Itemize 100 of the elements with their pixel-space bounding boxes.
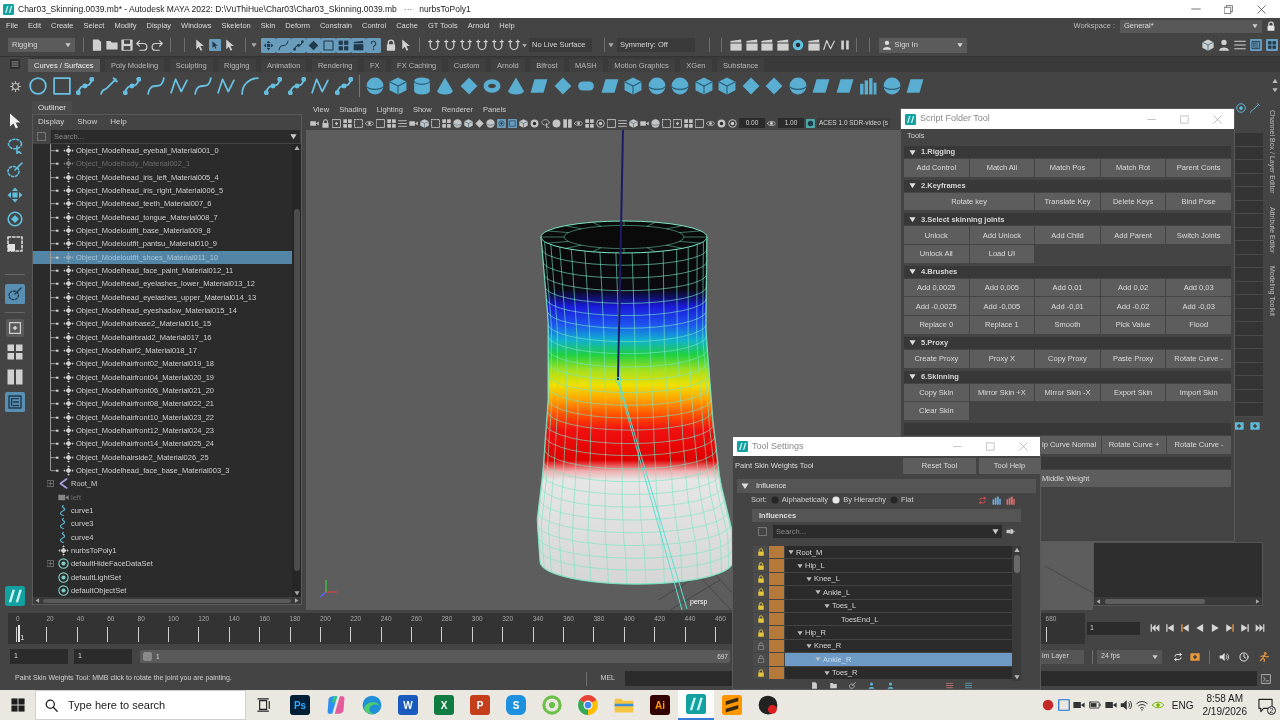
diamond-icon[interactable]: [475, 118, 484, 128]
cube-icon[interactable]: [718, 76, 736, 95]
target-icon[interactable]: [717, 118, 726, 128]
dashed-square-icon[interactable]: [431, 118, 440, 128]
lasso-icon[interactable]: [7, 137, 23, 154]
scrollbar[interactable]: [292, 144, 301, 597]
undo-icon[interactable]: [136, 39, 148, 51]
target-icon[interactable]: [530, 118, 539, 128]
menu-item[interactable]: Display: [38, 115, 65, 128]
taskbar-app-button[interactable]: Ps: [282, 690, 318, 720]
keyframe-icon[interactable]: [1190, 651, 1200, 662]
clock[interactable]: 8:58 AM 2/19/2026: [1202, 692, 1247, 718]
point-curve-icon[interactable]: [291, 37, 306, 53]
expand-icon[interactable]: [47, 560, 54, 568]
wifi-icon[interactable]: [1136, 699, 1149, 711]
two-pane-icon[interactable]: [7, 368, 23, 385]
dot-icon[interactable]: [806, 118, 815, 128]
pointer-icon[interactable]: [194, 39, 206, 51]
frame-forward-icon[interactable]: [1225, 623, 1235, 633]
curve-icon[interactable]: [193, 76, 212, 95]
file-icon[interactable]: [811, 681, 818, 689]
grid-icon[interactable]: [684, 118, 693, 128]
plane-icon[interactable]: [600, 76, 619, 95]
caret-down-icon[interactable]: [1272, 87, 1278, 93]
file-icon[interactable]: [91, 39, 103, 51]
command-field[interactable]: [625, 671, 732, 686]
lines-icon[interactable]: [618, 118, 627, 128]
search-box[interactable]: Type here to search: [35, 690, 246, 720]
step-forward-icon[interactable]: [1240, 623, 1250, 633]
grid-icon[interactable]: [7, 343, 23, 360]
list-panel-icon[interactable]: [1250, 39, 1262, 51]
ring-icon[interactable]: [596, 118, 605, 128]
cube-icon[interactable]: [624, 76, 642, 95]
lines-icon[interactable]: [946, 681, 953, 689]
running-figure-icon[interactable]: [1259, 651, 1269, 662]
camera-icon[interactable]: [409, 118, 418, 128]
square-icon[interactable]: [607, 118, 616, 128]
skip-back-icon[interactable]: [1150, 623, 1160, 633]
person-icon[interactable]: [868, 681, 875, 689]
person-icon[interactable]: [887, 681, 894, 689]
grid-icon[interactable]: [387, 118, 396, 128]
keyframe-icon[interactable]: [1234, 421, 1244, 431]
grid-icon[interactable]: [343, 118, 352, 128]
scale-icon[interactable]: [7, 235, 23, 252]
move-icon[interactable]: [261, 37, 276, 53]
eye-icon[interactable]: [767, 118, 776, 128]
step-back-icon[interactable]: [1165, 623, 1175, 633]
plane-icon[interactable]: [835, 76, 854, 95]
single-pane-icon[interactable]: [332, 118, 341, 128]
torus-icon[interactable]: [483, 76, 501, 95]
sphere-icon[interactable]: [882, 76, 901, 95]
arc-icon[interactable]: [240, 76, 259, 95]
point-curve-icon[interactable]: [123, 76, 141, 95]
taskbar-app-button[interactable]: P: [462, 690, 498, 720]
play-icon[interactable]: [1210, 623, 1220, 633]
clapperboard-icon[interactable]: [807, 39, 820, 51]
brush-icon[interactable]: [7, 162, 23, 179]
diamond-icon[interactable]: [765, 76, 783, 95]
scrollbar[interactable]: [1094, 597, 1262, 605]
dot-icon[interactable]: [552, 118, 561, 128]
circle-icon[interactable]: [29, 76, 47, 95]
magnet-icon[interactable]: [508, 39, 520, 51]
pointer-icon[interactable]: [224, 39, 236, 51]
clapperboard-icon[interactable]: [351, 37, 366, 53]
plane-icon[interactable]: [906, 76, 924, 95]
sphere-icon[interactable]: [651, 118, 660, 128]
caret-up-icon[interactable]: [1272, 78, 1278, 84]
zigzag-icon[interactable]: [170, 76, 188, 95]
brush-icon[interactable]: [849, 681, 856, 689]
clock-icon[interactable]: [1239, 651, 1249, 662]
zigzag-icon[interactable]: [217, 76, 235, 95]
scrollbar[interactable]: [33, 597, 301, 604]
sphere-icon[interactable]: [647, 76, 666, 95]
magnet-icon[interactable]: [476, 39, 488, 51]
lock-icon[interactable]: [1266, 21, 1276, 31]
diamond-icon[interactable]: [306, 37, 321, 53]
taskbar-app-button[interactable]: W: [390, 690, 426, 720]
settings-icon[interactable]: [9, 81, 21, 92]
script-icon[interactable]: [1261, 673, 1271, 684]
clapperboard-icon[interactable]: [730, 39, 742, 51]
grid-icon[interactable]: [442, 118, 451, 128]
eye-icon[interactable]: [706, 118, 715, 128]
sphere-icon[interactable]: [486, 118, 495, 128]
lock-icon[interactable]: [321, 118, 330, 128]
point-curve-icon[interactable]: [287, 76, 306, 95]
scrollbar[interactable]: [1012, 546, 1021, 681]
ring-icon[interactable]: [1236, 103, 1246, 113]
scrollbar-thumb[interactable]: [43, 598, 291, 603]
dashed-square-icon[interactable]: [354, 118, 363, 128]
magnet-icon[interactable]: [460, 39, 472, 51]
help-icon[interactable]: [366, 37, 381, 53]
cone-icon[interactable]: [506, 76, 525, 95]
eye-icon[interactable]: [574, 118, 583, 128]
target-icon[interactable]: [792, 39, 804, 51]
clapperboard-icon[interactable]: [776, 39, 789, 51]
bars-icon[interactable]: [992, 495, 1001, 505]
keyframe-icon[interactable]: [1250, 421, 1260, 431]
lines-icon[interactable]: [1234, 39, 1246, 51]
lock-icon[interactable]: [385, 39, 397, 51]
taskbar-app-button[interactable]: X: [426, 690, 462, 720]
